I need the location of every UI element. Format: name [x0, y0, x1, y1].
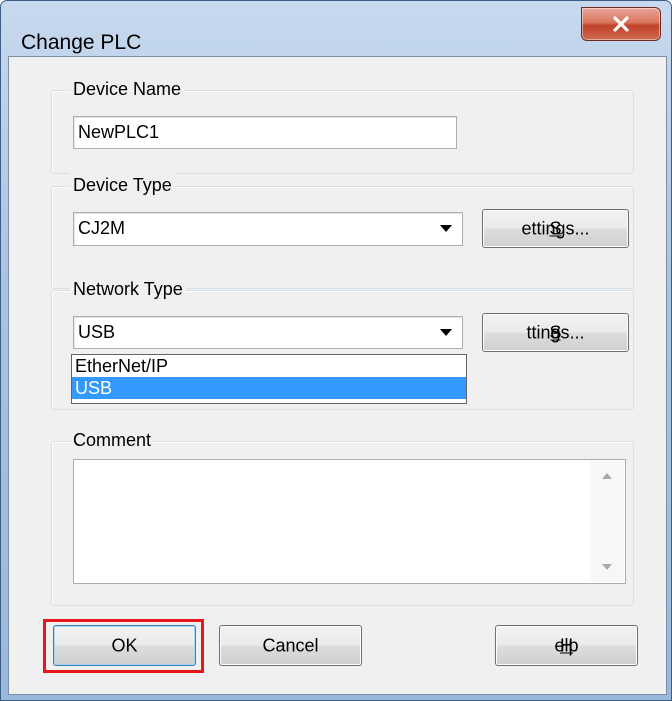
device-type-settings-rest: ettings... — [521, 218, 590, 238]
scroll-down-icon[interactable] — [602, 564, 612, 570]
scroll-up-icon[interactable] — [602, 473, 612, 479]
network-type-value: USB — [78, 322, 116, 342]
chevron-down-icon — [440, 225, 452, 232]
device-type-legend: Device Type — [70, 173, 175, 197]
network-type-settings-rest: ttings... — [526, 322, 585, 342]
device-type-settings-button[interactable]: Settings... — [482, 209, 629, 248]
comment-legend: Comment — [70, 428, 155, 452]
help-button[interactable]: Help — [495, 625, 638, 666]
device-type-select[interactable]: CJ2M — [73, 212, 463, 246]
dropdown-option-ethernet-ip[interactable]: EtherNet/IP — [72, 355, 466, 377]
device-name-legend: Device Name — [70, 77, 185, 101]
cancel-button[interactable]: Cancel — [219, 625, 362, 666]
network-type-select[interactable]: USB — [73, 316, 463, 349]
device-type-value: CJ2M — [78, 218, 126, 238]
close-icon — [613, 16, 629, 32]
ok-highlight-box — [43, 619, 204, 673]
network-type-settings-button[interactable]: Se ttings... — [482, 313, 629, 352]
dialog-client-area: Device Name NewPLC1 Device Type CJ2M Set… — [8, 56, 667, 695]
help-rest: elp — [554, 635, 579, 655]
network-type-dropdown-button[interactable] — [431, 318, 461, 347]
device-name-input[interactable]: NewPLC1 — [73, 116, 457, 149]
cancel-label: Cancel — [262, 635, 319, 655]
network-type-dropdown-list: EtherNet/IP USB — [71, 354, 467, 404]
chevron-down-icon — [440, 329, 452, 336]
window-title: Change PLC — [21, 31, 142, 54]
comment-textarea[interactable] — [73, 459, 626, 584]
device-type-dropdown-button[interactable] — [431, 214, 461, 244]
dropdown-option-usb[interactable]: USB — [72, 377, 466, 399]
network-type-legend: Network Type — [70, 277, 186, 301]
comment-scrollbar[interactable] — [590, 461, 624, 582]
close-button[interactable] — [581, 7, 661, 41]
